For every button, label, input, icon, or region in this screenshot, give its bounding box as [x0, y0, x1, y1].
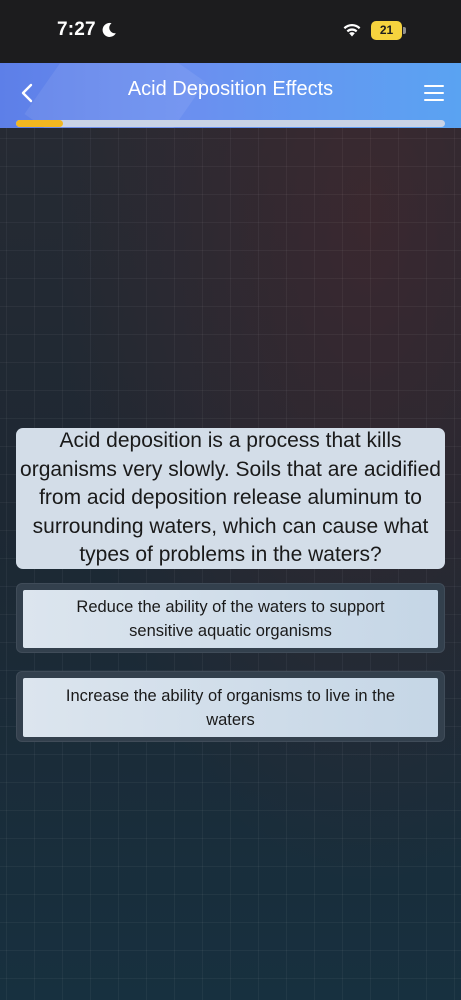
- battery-icon: 21: [371, 21, 407, 41]
- answer-button-2[interactable]: Increase the ability of organisms to liv…: [23, 678, 438, 737]
- moon-icon: [102, 22, 116, 37]
- app-header: Acid Deposition Effects: [0, 63, 461, 128]
- page-title: Acid Deposition Effects: [127, 78, 334, 100]
- back-button[interactable]: [12, 77, 44, 109]
- main-area: Acid deposition is a process that kills …: [0, 128, 461, 1000]
- answer-label-2: Increase the ability of organisms to liv…: [65, 686, 396, 729]
- answer-option-2: Increase the ability of organisms to liv…: [16, 671, 445, 742]
- hamburger-menu-button[interactable]: [420, 79, 448, 107]
- question-text: Acid deposition is a process that kills …: [20, 429, 441, 567]
- question-card: Acid deposition is a process that kills …: [16, 428, 445, 569]
- wifi-icon: [343, 23, 361, 37]
- answer-button-1[interactable]: Reduce the ability of the waters to supp…: [23, 590, 438, 648]
- status-time: 7:27: [57, 19, 96, 40]
- progress-bar: [16, 120, 445, 127]
- status-bar: 7:27 21: [0, 0, 461, 63]
- answer-label-1: Reduce the ability of the waters to supp…: [76, 598, 385, 640]
- battery-level: 21: [379, 23, 394, 37]
- answer-option-1: Reduce the ability of the waters to supp…: [16, 583, 445, 653]
- progress-fill: [16, 120, 64, 127]
